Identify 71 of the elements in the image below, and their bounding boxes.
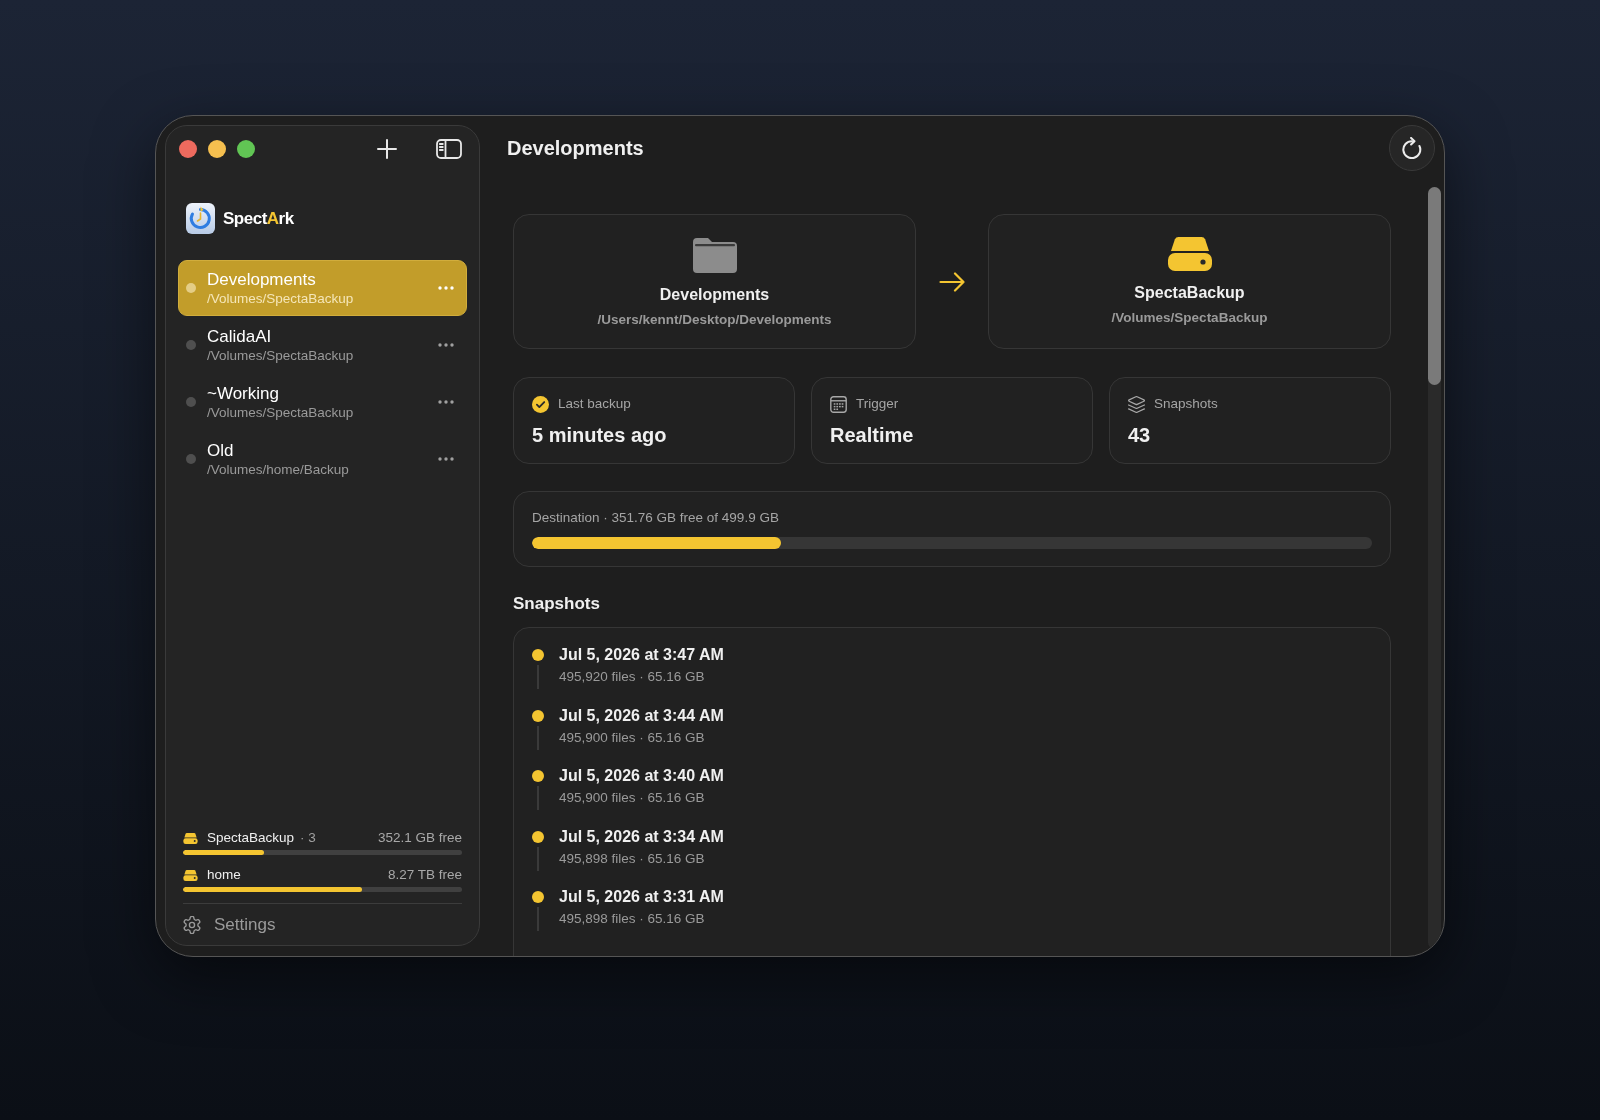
volume-name: SpectaBackup <box>207 830 295 846</box>
status-dot-icon <box>186 283 196 293</box>
destination-path: /Volumes/SpectaBackup <box>1111 309 1268 326</box>
close-button[interactable] <box>179 140 197 158</box>
snapshot-date: Jul 5, 2026 at 3:47 AM <box>559 645 724 665</box>
settings-item[interactable]: Settings <box>183 904 462 945</box>
zoom-button[interactable] <box>237 140 255 158</box>
snapshot-details: 495,898 files · 65.16 GB <box>559 849 706 867</box>
status-dot-icon <box>186 340 196 350</box>
folder-icon <box>692 237 737 273</box>
layers-icon <box>1128 395 1145 413</box>
snapshot-details: 495,900 files · 65.16 GB <box>559 789 706 807</box>
source-path: /Users/kennt/Desktop/Developments <box>597 311 832 328</box>
more-icon[interactable] <box>438 343 454 347</box>
snapshot-details: 495,920 files · 65.16 GB <box>559 668 706 685</box>
status-dot-icon <box>186 397 196 407</box>
timeline-dot-icon <box>532 770 544 783</box>
drive-icon <box>183 832 198 844</box>
settings-icon <box>183 915 201 934</box>
calendar-icon <box>830 395 847 413</box>
sidebar-item[interactable]: ~Working /Volumes/SpectaBackup <box>178 374 467 430</box>
drive-icon <box>1167 237 1212 271</box>
section-heading: Snapshots <box>513 594 601 614</box>
backup-path: /Volumes/home/Backup <box>207 461 350 478</box>
drive-icon <box>183 869 198 881</box>
arrow-right-icon <box>939 271 965 292</box>
snapshot-date: Jul 5, 2026 at 3:44 AM <box>559 705 724 726</box>
more-icon[interactable] <box>438 457 454 461</box>
stat-value: 5 minutes ago <box>532 423 668 447</box>
backup-path: /Volumes/SpectaBackup <box>207 404 355 421</box>
stat-label: Snapshots <box>1154 395 1218 413</box>
source-name: Developments <box>659 285 770 305</box>
stat-value: 43 <box>1128 423 1152 447</box>
sidebar-item[interactable]: CalidaAI /Volumes/SpectaBackup <box>178 317 467 373</box>
status-dot-icon <box>186 454 196 464</box>
timeline-dot-icon <box>532 891 544 904</box>
refresh-button[interactable] <box>1389 125 1435 171</box>
more-icon[interactable] <box>438 400 454 404</box>
volume-free: 352.1 GB free <box>377 830 462 846</box>
volume-count: · 3 <box>300 830 316 846</box>
scrollbar-thumb[interactable] <box>1428 187 1441 385</box>
backup-name: CalidaAI <box>207 326 273 347</box>
stat-label: Last backup <box>558 395 631 413</box>
checkmark-circle-icon <box>532 395 549 413</box>
app-name: SpectArk <box>223 207 294 230</box>
refresh-icon <box>1401 137 1423 159</box>
snapshot-date: Jul 5, 2026 at 3:31 AM <box>559 887 724 908</box>
destination-name: SpectaBackup <box>1134 283 1245 303</box>
volume-free: 8.27 TB free <box>387 867 462 883</box>
snapshot-details: 495,898 files · 65.16 GB <box>559 910 706 928</box>
clock-logo-icon <box>186 203 215 234</box>
timeline-dot-icon <box>532 830 544 843</box>
sidebar-item[interactable]: Old /Volumes/home/Backup <box>178 431 467 487</box>
sidebar-icon[interactable] <box>436 139 462 159</box>
stat-label: Trigger <box>856 395 899 413</box>
snapshot-date: Jul 5, 2026 at 3:34 AM <box>559 826 724 847</box>
volume-name: home <box>207 867 241 883</box>
timeline-dot-icon <box>532 709 544 722</box>
backup-path: /Volumes/SpectaBackup <box>207 347 355 364</box>
backup-name: ~Working <box>207 383 280 404</box>
backup-path: /Volumes/SpectaBackup <box>207 290 355 307</box>
minimize-button[interactable] <box>208 140 226 158</box>
timeline-dot-icon <box>532 649 544 661</box>
snapshot-details: 495,900 files · 65.16 GB <box>559 728 706 746</box>
snapshot-date: Jul 5, 2026 at 3:40 AM <box>559 766 724 787</box>
stat-value: Realtime <box>830 423 915 447</box>
backup-name: Developments <box>207 269 317 290</box>
backup-name: Old <box>207 440 235 461</box>
capacity-label: Destination · 351.76 GB free of 499.9 GB <box>532 509 780 527</box>
page-title: Developments <box>507 136 644 161</box>
plus-icon[interactable] <box>377 139 397 159</box>
